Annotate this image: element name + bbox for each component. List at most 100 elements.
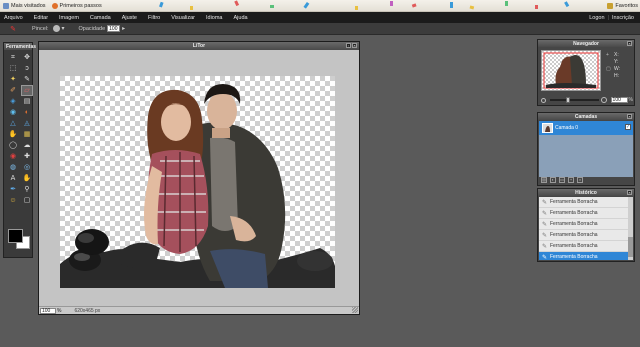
maximize-icon[interactable]: ▫ <box>346 43 351 48</box>
red-eye-tool-icon[interactable]: ◉ <box>7 151 19 162</box>
dodge-tool-icon[interactable]: ◯ <box>7 140 19 151</box>
menu-image[interactable]: Imagem <box>59 15 79 21</box>
marquee-tool-icon[interactable]: ⬚ <box>7 63 19 74</box>
burn-tool-icon[interactable]: ☁ <box>21 140 33 151</box>
height-label: H: <box>614 73 619 79</box>
history-item[interactable]: ✎ Ferramenta Borracha <box>539 252 633 260</box>
crop-tool-icon[interactable]: ⌗ <box>7 52 19 63</box>
navigator-zoom-input[interactable]: 100 <box>610 97 628 103</box>
spot-heal-tool-icon[interactable]: ✚ <box>21 151 33 162</box>
tools-panel: Ferramentas ⌗ ✥ ⬚ ↄ ✦ ✎ ✐ ▱ ◈ ▤ ◉ ◐ △ ◬ ✋ ▦ ◯ ☁ ◉ ✚ ◍ ◎ A ✋ ✒ ⚲ ☺ ▢ <box>3 42 36 258</box>
eraser-tool-icon[interactable]: ▱ <box>21 85 33 96</box>
menu-view[interactable]: Visualizar <box>171 15 195 21</box>
menu-layer[interactable]: Camada <box>90 15 111 21</box>
bookmark-getting-started[interactable]: Primeiros passos <box>51 2 102 9</box>
zoom-in-icon[interactable] <box>600 97 607 103</box>
pinch-tool-icon[interactable]: ◎ <box>21 162 33 173</box>
zoom-input[interactable]: 100 <box>40 307 56 314</box>
layer-styles-icon[interactable]: ▤ <box>541 177 547 183</box>
close-icon[interactable]: × <box>627 114 632 119</box>
resize-grip-icon[interactable] <box>352 307 358 313</box>
close-icon[interactable]: × <box>627 190 632 195</box>
brush-dropdown-icon[interactable]: ▾ <box>62 25 65 32</box>
new-folder-icon[interactable]: ▭ <box>559 177 565 183</box>
menu-language[interactable]: Idioma <box>206 15 223 21</box>
navigator-thumbnail[interactable] <box>541 50 601 91</box>
history-item[interactable]: ✎ Ferramenta Borracha <box>539 219 633 230</box>
bookmark-most-visited[interactable]: Mais visitados <box>3 2 46 9</box>
text-tool-icon[interactable]: A <box>7 173 19 184</box>
zoom-out-icon[interactable] <box>541 97 546 103</box>
bucket-tool-icon[interactable]: ◈ <box>7 96 19 107</box>
layers-header[interactable]: Camadas × <box>538 113 634 120</box>
document-titlebar[interactable]: LiTor ▫ × <box>39 42 359 50</box>
history-scroll-thumb[interactable] <box>628 237 633 257</box>
menu-file[interactable]: Arquivo <box>4 15 23 21</box>
menu-help[interactable]: Ajuda <box>234 15 248 21</box>
pencil-tool-icon[interactable]: ✎ <box>21 74 33 85</box>
menu-edit[interactable]: Editar <box>34 15 48 21</box>
color-swatches <box>8 229 30 249</box>
canvas-area[interactable] <box>39 50 359 306</box>
app-root: Mais visitados Primeiros passos Favorito… <box>0 0 640 347</box>
star-icon <box>3 2 9 9</box>
navigator-panel: Navegador × + X: Y: ▢ W: H: 100 % <box>537 39 635 106</box>
zoom-slider[interactable] <box>550 97 599 103</box>
bloat-tool-icon[interactable]: ◍ <box>7 162 19 173</box>
bookmarks-bar: Mais visitados Primeiros passos Favorito… <box>0 0 640 12</box>
smudge-tool-icon[interactable]: ✋ <box>7 129 19 140</box>
menu-adjust[interactable]: Ajuste <box>122 15 137 21</box>
opacity-input[interactable]: 100 <box>107 25 121 32</box>
clone-tool-icon[interactable]: ◉ <box>7 107 19 118</box>
blur-tool-icon[interactable]: ◬ <box>21 118 33 129</box>
wand-tool-icon[interactable]: ✦ <box>7 74 19 85</box>
hand-tool-icon[interactable]: ✋ <box>21 173 33 184</box>
eraser-tool-icon[interactable]: ✎ <box>8 24 18 33</box>
new-layer-icon[interactable]: + <box>568 177 574 183</box>
tools-panel-header[interactable]: Ferramentas <box>4 43 36 50</box>
y-coord-label: Y: <box>614 59 619 65</box>
menu-filter[interactable]: Filtro <box>148 15 160 21</box>
opacity-label: Opacidade <box>78 25 106 32</box>
history-item[interactable]: ✎ Ferramenta Borracha <box>539 230 633 241</box>
lasso-tool-icon[interactable]: ↄ <box>21 63 33 74</box>
history-scrollbar[interactable] <box>628 197 633 260</box>
layer-name: Camada 0 <box>555 125 579 131</box>
move-tool-icon[interactable]: ✥ <box>21 52 33 63</box>
layer-visibility-checkbox[interactable]: ✓ <box>625 124 631 130</box>
document-status-bar: 100 % 620x465 px <box>39 306 359 314</box>
opacity-dropdown-icon[interactable]: ▸ <box>122 25 125 32</box>
foreground-color-swatch[interactable] <box>8 229 23 243</box>
close-icon[interactable]: × <box>352 43 357 48</box>
navigator-header[interactable]: Navegador × <box>538 40 634 47</box>
brush-tool-icon[interactable]: ✐ <box>7 85 19 96</box>
close-icon[interactable]: × <box>627 41 632 46</box>
login-link[interactable]: Logon <box>589 15 604 21</box>
zoom-slider-handle[interactable] <box>566 97 571 103</box>
history-item[interactable]: ✎ Ferramenta Borracha <box>539 208 633 219</box>
signup-link[interactable]: Inscrição <box>612 15 634 21</box>
layer-mask-icon[interactable]: ◐ <box>550 177 556 183</box>
gradient-tool-icon[interactable]: ▤ <box>21 96 33 107</box>
history-item[interactable]: ✎ Ferramenta Borracha <box>539 241 633 252</box>
eraser-icon: ✎ <box>542 210 548 217</box>
eraser-icon: ✎ <box>542 254 548 261</box>
layer-row[interactable]: Camada 0 ✓ <box>539 121 633 135</box>
bookmarks-menu[interactable]: Favoritos <box>607 2 638 9</box>
smiley-tool-icon[interactable]: ☺ <box>7 195 19 206</box>
history-item[interactable]: ✎ Ferramenta Borracha <box>539 197 633 208</box>
eraser-icon: ✎ <box>542 243 548 250</box>
eyedropper-tool-icon[interactable]: ✒ <box>7 184 19 195</box>
color-replace-tool-icon[interactable]: ◐ <box>21 107 33 118</box>
zoom-tool-icon[interactable]: ⚲ <box>21 184 33 195</box>
layers-toolbar: ▤ ◐ ▭ + × <box>539 176 633 184</box>
history-header[interactable]: Histórico × <box>538 189 634 196</box>
decorative-confetti <box>159 0 570 10</box>
shapes-tool-icon[interactable]: ▢ <box>21 195 33 206</box>
brush-preview[interactable] <box>52 25 60 32</box>
sponge-tool-icon[interactable]: ▦ <box>21 129 33 140</box>
sharpen-tool-icon[interactable]: △ <box>7 118 19 129</box>
delete-layer-icon[interactable]: × <box>577 177 583 183</box>
crosshair-icon: + <box>606 52 609 58</box>
image-canvas[interactable] <box>60 76 335 288</box>
